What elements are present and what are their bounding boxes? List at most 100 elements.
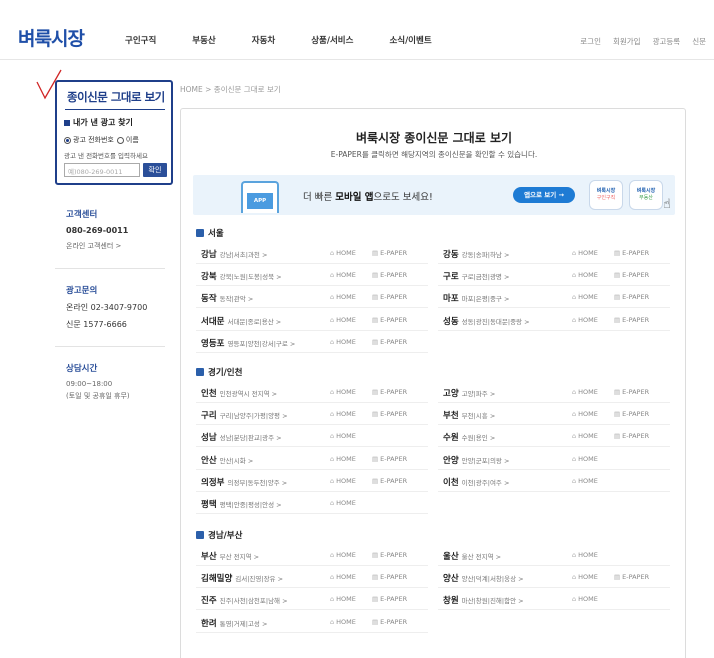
home-link[interactable]: ⌂ HOME	[572, 573, 598, 581]
home-link[interactable]: ⌂ HOME	[330, 271, 356, 279]
area-name-link[interactable]: 이천 이천|광주|여주 >	[443, 476, 509, 488]
epaper-link[interactable]: ▤ E-PAPER	[372, 551, 407, 559]
nav-item-real-estate[interactable]: 부동산	[192, 34, 215, 46]
home-link[interactable]: ⌂ HOME	[572, 249, 598, 257]
qr-realestate-app[interactable]: 벼룩시장 부동산	[629, 180, 663, 210]
epaper-link[interactable]: ▤ E-PAPER	[372, 293, 407, 301]
area-name-link[interactable]: 영등포 영등포|양천|강서|구로 >	[201, 337, 295, 349]
open-app-button[interactable]: 앱으로 보기 →	[513, 187, 575, 203]
home-link[interactable]: ⌂ HOME	[572, 477, 598, 485]
area-name-link[interactable]: 수원 수원|용인 >	[443, 431, 495, 443]
area-name-link[interactable]: 김해밀양 김서|진영|장유 >	[201, 572, 283, 584]
nav-item-goods-services[interactable]: 상품/서비스	[311, 34, 353, 46]
area-name-link[interactable]: 고양 고양|파주 >	[443, 387, 495, 399]
area-name: 김해밀양	[201, 574, 233, 585]
area-name: 강동	[443, 250, 459, 260]
area-name-link[interactable]: 강동 강동|송파|하남 >	[443, 248, 509, 260]
home-link[interactable]: ⌂ HOME	[330, 249, 356, 257]
epaper-link[interactable]: ▤ E-PAPER	[614, 271, 649, 279]
login-link[interactable]: 로그인	[580, 36, 601, 47]
area-name-link[interactable]: 구로 구로|금천|광명 >	[443, 270, 509, 282]
home-link[interactable]: ⌂ HOME	[572, 432, 598, 440]
area-name-link[interactable]: 의정부 의정부|동두천|양주 >	[201, 476, 287, 488]
phone-search-input[interactable]: 예)080-269-0011	[64, 163, 140, 177]
epaper-link[interactable]: ▤ E-PAPER	[372, 388, 407, 396]
app-banner[interactable]: APP 더 빠른 모바일 앱으로도 보세요! 앱으로 보기 → 벼룩시장 구인구…	[193, 175, 675, 215]
breadcrumb[interactable]: HOME > 종이신문 그대로 보기	[180, 84, 281, 95]
online-cs-link[interactable]: 온라인 고객센터 >	[66, 241, 166, 251]
epaper-link[interactable]: ▤ E-PAPER	[372, 455, 407, 463]
home-link[interactable]: ⌂ HOME	[572, 316, 598, 324]
site-logo[interactable]: 벼룩시장	[18, 24, 85, 51]
qr-jobs-app[interactable]: 벼룩시장 구인구직	[589, 180, 623, 210]
area-name-link[interactable]: 구리 구리|남양주|가평|양평 >	[201, 409, 288, 421]
home-link[interactable]: ⌂ HOME	[572, 271, 598, 279]
area-name-link[interactable]: 진주 진주|사천|삼천포|남해 >	[201, 594, 288, 606]
home-link[interactable]: ⌂ HOME	[330, 573, 356, 581]
radio-name[interactable]	[116, 136, 124, 144]
area-name-link[interactable]: 강북 강북|노원|도봉|성북 >	[201, 270, 282, 282]
epaper-link[interactable]: ▤ E-PAPER	[614, 410, 649, 418]
area-name-link[interactable]: 동작 동작|관악 >	[201, 292, 253, 304]
epaper-link[interactable]: ▤ E-PAPER	[372, 595, 407, 603]
home-link[interactable]: ⌂ HOME	[572, 388, 598, 396]
epaper-link[interactable]: ▤ E-PAPER	[614, 316, 649, 324]
epaper-link[interactable]: ▤ E-PAPER	[614, 249, 649, 257]
area-name: 고양	[443, 389, 459, 399]
epaper-link[interactable]: ▤ E-PAPER	[614, 432, 649, 440]
newspaper-link[interactable]: 신문	[692, 36, 706, 47]
nav-item-cars[interactable]: 자동차	[252, 34, 275, 46]
home-link[interactable]: ⌂ HOME	[330, 551, 356, 559]
home-link[interactable]: ⌂ HOME	[330, 293, 356, 301]
area-name-link[interactable]: 울산 울산 전지역 >	[443, 550, 501, 562]
area-name-link[interactable]: 서대문 서대문|종로|용산 >	[201, 315, 281, 327]
epaper-link[interactable]: ▤ E-PAPER	[614, 388, 649, 396]
area-name-link[interactable]: 마포 마포|은평|중구 >	[443, 292, 509, 304]
area-name-link[interactable]: 한려 통영|거제|고성 >	[201, 617, 267, 629]
home-link[interactable]: ⌂ HOME	[330, 410, 356, 418]
search-confirm-button[interactable]: 확인	[143, 163, 167, 177]
epaper-link[interactable]: ▤ E-PAPER	[372, 249, 407, 257]
area-name: 의정부	[201, 477, 225, 488]
epaper-link[interactable]: ▤ E-PAPER	[372, 618, 407, 626]
area-name-link[interactable]: 평택 평택|안중|평성|안성 >	[201, 498, 282, 510]
ad-register-link[interactable]: 광고등록	[653, 36, 681, 47]
nav-item-news-events[interactable]: 소식/이벤트	[389, 34, 431, 46]
radio-phone[interactable]	[64, 136, 71, 144]
area-name-link[interactable]: 안산 안산|시화 >	[201, 454, 253, 466]
area-name-link[interactable]: 성동 성동|광진|동대문|중랑 >	[443, 315, 530, 327]
area-name-link[interactable]: 양산 양산|덕계|서창|웅상 >	[443, 572, 524, 584]
home-link[interactable]: ⌂ HOME	[572, 455, 598, 463]
home-link[interactable]: ⌂ HOME	[572, 410, 598, 418]
epaper-link[interactable]: ▤ E-PAPER	[372, 410, 407, 418]
epaper-link[interactable]: ▤ E-PAPER	[372, 477, 407, 485]
area-name-link[interactable]: 안양 안양|군포|의왕 >	[443, 454, 509, 466]
area-name-link[interactable]: 부산 부산 전지역 >	[201, 550, 259, 562]
epaper-link[interactable]: ▤ E-PAPER	[614, 293, 649, 301]
epaper-link[interactable]: ▤ E-PAPER	[372, 338, 407, 346]
nav-item-jobs[interactable]: 구인구직	[125, 34, 156, 46]
area-row: 영등포 영등포|양천|강서|구로 > ⌂ HOME ▤ E-PAPER	[196, 332, 428, 353]
home-link[interactable]: ⌂ HOME	[572, 293, 598, 301]
home-link[interactable]: ⌂ HOME	[330, 595, 356, 603]
area-name-link[interactable]: 성남 성남|분당|판교|광주 >	[201, 431, 282, 443]
signup-link[interactable]: 회원가입	[613, 36, 641, 47]
home-link[interactable]: ⌂ HOME	[330, 618, 356, 626]
area-name-link[interactable]: 창원 마산|창원|진해|함안 >	[443, 594, 524, 606]
home-link[interactable]: ⌂ HOME	[330, 455, 356, 463]
epaper-link[interactable]: ▤ E-PAPER	[372, 573, 407, 581]
area-name-link[interactable]: 인천 인천광역시 전지역 >	[201, 387, 277, 399]
home-link[interactable]: ⌂ HOME	[572, 595, 598, 603]
area-name-link[interactable]: 강남 강남|서초|과천 >	[201, 248, 267, 260]
home-link[interactable]: ⌂ HOME	[330, 477, 356, 485]
epaper-link[interactable]: ▤ E-PAPER	[372, 271, 407, 279]
home-link[interactable]: ⌂ HOME	[330, 499, 356, 507]
area-name-link[interactable]: 부천 부천|시흥 >	[443, 409, 495, 421]
home-link[interactable]: ⌂ HOME	[330, 338, 356, 346]
home-link[interactable]: ⌂ HOME	[330, 388, 356, 396]
home-link[interactable]: ⌂ HOME	[572, 551, 598, 559]
epaper-link[interactable]: ▤ E-PAPER	[614, 573, 649, 581]
epaper-link[interactable]: ▤ E-PAPER	[372, 316, 407, 324]
home-link[interactable]: ⌂ HOME	[330, 316, 356, 324]
home-link[interactable]: ⌂ HOME	[330, 432, 356, 440]
